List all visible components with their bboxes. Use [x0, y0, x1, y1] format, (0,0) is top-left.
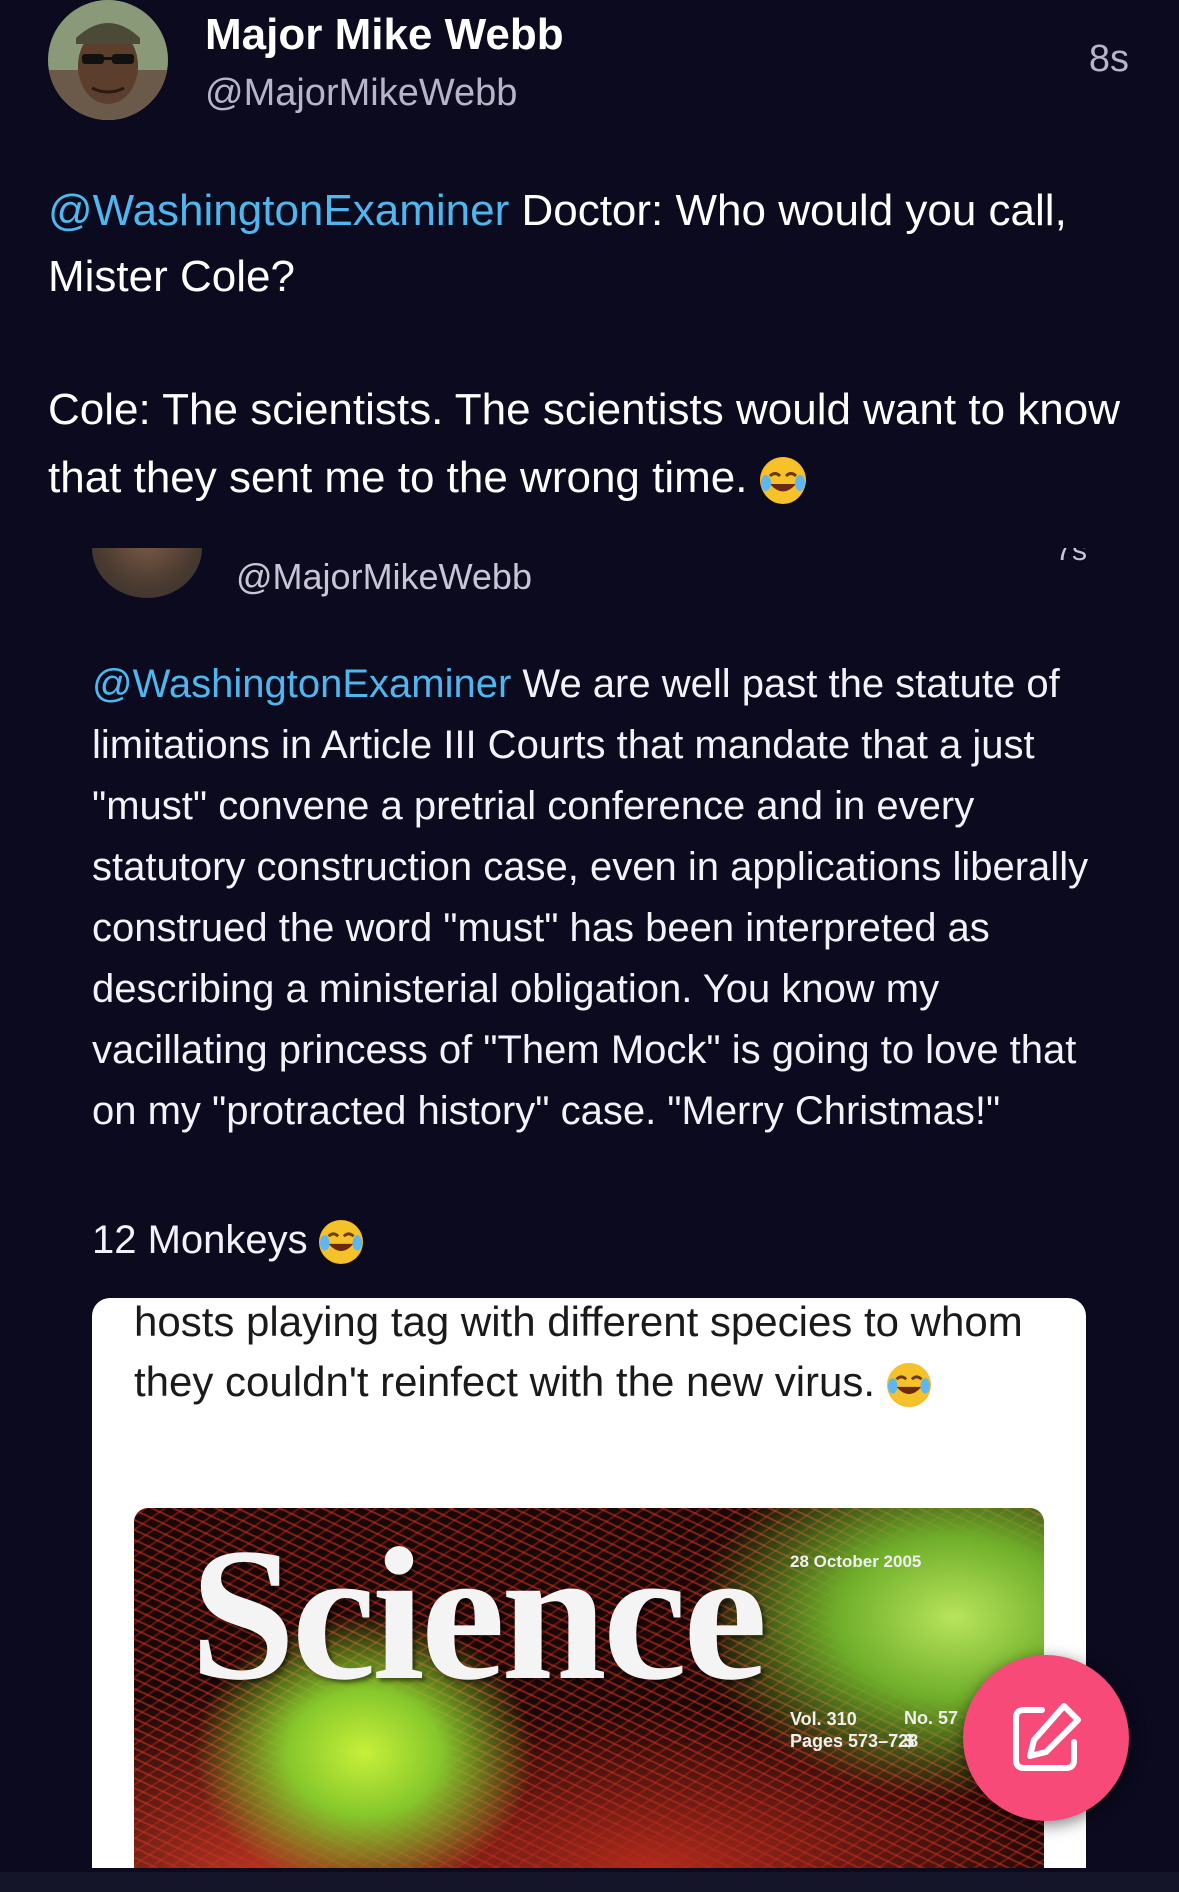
bottom-divider	[0, 1872, 1179, 1892]
embedded-handle: @MajorMikeWebb	[236, 556, 532, 597]
magazine-number: No. 57 $	[904, 1708, 958, 1752]
compose-button[interactable]	[963, 1655, 1129, 1821]
post-paragraph-2: Cole: The scientists. The scientists wou…	[48, 376, 1138, 512]
magazine-vol-text: Vol. 310	[790, 1709, 857, 1729]
embedded-mention: @WashingtonExaminer	[92, 662, 512, 706]
post-text: @WashingtonExaminer Doctor: Who would yo…	[48, 178, 1138, 512]
compose-icon	[1013, 1703, 1081, 1771]
magazine-volume: Vol. 310 Pages 573–728	[790, 1708, 918, 1752]
magazine-date: 28 October 2005	[790, 1552, 922, 1571]
quoted-card: hosts playing tag with different species…	[92, 1298, 1086, 1868]
embedded-caption: 12 Monkeys	[92, 1218, 363, 1265]
magazine-price-text: $	[904, 1731, 915, 1751]
avatar[interactable]	[48, 0, 168, 120]
magazine-pages-text: Pages 573–728	[790, 1731, 919, 1751]
author-handle[interactable]: @MajorMikeWebb	[205, 72, 517, 115]
laughing-emoji-icon	[759, 457, 806, 505]
laughing-emoji-icon	[318, 1220, 363, 1265]
mention-link[interactable]: @WashingtonExaminer	[48, 186, 509, 235]
science-magazine-cover: Science 28 October 2005 Vol. 310 Pages 5…	[134, 1508, 1044, 1868]
laughing-emoji-icon	[886, 1362, 931, 1407]
author-name[interactable]: Major Mike Webb	[205, 10, 564, 60]
post-paragraph-2-text: Cole: The scientists. The scientists wou…	[48, 385, 1120, 502]
quoted-card-text: hosts playing tag with different species…	[134, 1298, 1054, 1412]
magazine-title: Science	[190, 1510, 767, 1720]
embedded-body: We are well past the statute of limitati…	[92, 662, 1089, 1133]
post-header: Major Mike Webb @MajorMikeWebb 8s	[0, 0, 1179, 140]
embedded-avatar	[92, 548, 202, 598]
post-timestamp: 8s	[1088, 38, 1129, 80]
embedded-text: @WashingtonExaminer We are well past the…	[92, 654, 1092, 1142]
magazine-no-text: No. 57	[904, 1708, 959, 1728]
post-paragraph-1: @WashingtonExaminer Doctor: Who would yo…	[48, 178, 1138, 310]
embedded-caption-text: 12 Monkeys	[92, 1218, 319, 1262]
embedded-timestamp: 7s	[1055, 548, 1087, 567]
